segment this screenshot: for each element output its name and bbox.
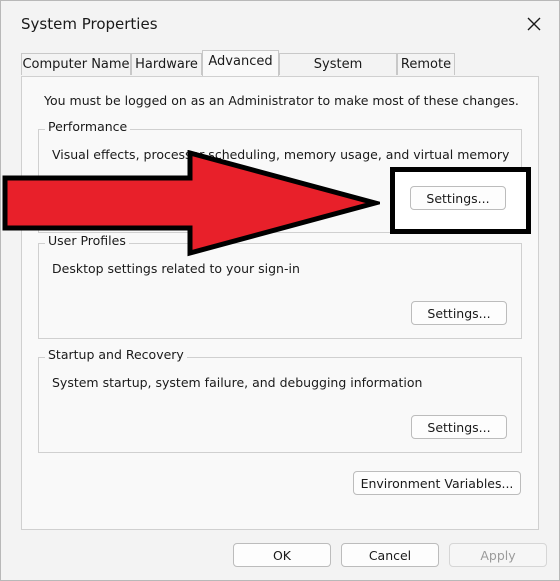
tab-label: Computer Name — [22, 57, 130, 72]
tab-remote[interactable]: Remote — [397, 53, 455, 75]
tab-advanced[interactable]: Advanced — [202, 50, 279, 76]
environment-variables-button[interactable]: Environment Variables... — [353, 471, 521, 495]
apply-button: Apply — [449, 543, 547, 567]
startup-recovery-settings-button[interactable]: Settings... — [411, 415, 507, 439]
admin-note: You must be logged on as an Administrato… — [44, 93, 519, 108]
tab-label: Hardware — [135, 57, 198, 72]
tab-system-protection[interactable]: System Protection — [279, 53, 397, 94]
close-icon[interactable] — [523, 13, 545, 35]
cancel-button[interactable]: Cancel — [341, 543, 439, 567]
performance-settings-button[interactable]: Settings... — [410, 186, 506, 210]
user-profiles-description: Desktop settings related to your sign-in — [52, 261, 300, 276]
red-arrow-annotation — [2, 150, 380, 257]
tab-computer-name[interactable]: Computer Name — [21, 53, 131, 75]
title-bar: System Properties — [1, 1, 559, 47]
performance-label: Performance — [45, 119, 131, 134]
tab-label: Advanced — [208, 54, 273, 69]
ok-button[interactable]: OK — [233, 543, 331, 567]
window-title: System Properties — [21, 15, 158, 33]
system-properties-window: System Properties Computer Name Hardware… — [0, 0, 560, 581]
user-profiles-settings-button[interactable]: Settings... — [411, 301, 507, 325]
startup-recovery-label: Startup and Recovery — [45, 347, 187, 362]
startup-recovery-description: System startup, system failure, and debu… — [52, 375, 423, 390]
tab-label: Remote — [400, 57, 452, 72]
tab-hardware[interactable]: Hardware — [131, 53, 202, 75]
